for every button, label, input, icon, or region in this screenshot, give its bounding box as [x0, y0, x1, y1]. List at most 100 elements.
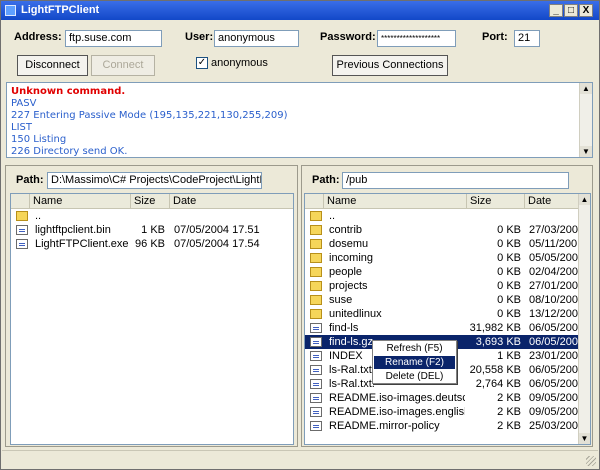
file-name: LightFTPClient.exe	[35, 238, 129, 250]
file-date: 09/05/200	[529, 392, 578, 404]
remote-header-name[interactable]: Name	[324, 194, 467, 209]
log-line: LIST	[11, 122, 32, 133]
file-size: 0 KB	[497, 252, 521, 264]
password-input[interactable]: *******************	[377, 30, 456, 47]
table-row[interactable]: unitedlinux 0 KB 13/12/200	[305, 307, 590, 321]
table-row[interactable]: suse 0 KB 08/10/200	[305, 293, 590, 307]
maximize-button[interactable]: □	[564, 4, 578, 17]
file-name: ..	[329, 210, 336, 222]
file-icon	[310, 337, 322, 347]
file-date: 27/01/200	[529, 280, 578, 292]
file-size: 31,982 KB	[469, 322, 521, 334]
local-file-list[interactable]: Name Size Date .. lightftpclient.bin 1 KB 0…	[10, 193, 294, 445]
anonymous-checkbox[interactable]: ✓	[196, 57, 208, 69]
remote-path-input[interactable]: /pub	[342, 172, 569, 189]
remote-header-date[interactable]: Date	[525, 194, 579, 209]
minimize-button[interactable]: _	[549, 4, 563, 17]
remote-header-size[interactable]: Size	[467, 194, 525, 209]
user-label: User:	[185, 31, 214, 43]
file-date: 06/05/200	[529, 364, 578, 376]
table-row[interactable]: projects 0 KB 27/01/200	[305, 279, 590, 293]
table-row[interactable]: find-ls 31,982 KB 06/05/200	[305, 321, 590, 335]
scroll-up-icon[interactable]: ▲	[580, 83, 592, 94]
remote-header-icon	[305, 194, 324, 209]
table-row[interactable]: LightFTPClient.exe 96 KB 07/05/2004 17.54	[11, 237, 293, 251]
folder-icon	[310, 253, 322, 263]
file-size: 0 KB	[497, 308, 521, 320]
user-input[interactable]: anonymous	[214, 30, 299, 47]
port-input[interactable]: 21	[514, 30, 540, 47]
local-path-label: Path:	[16, 174, 44, 186]
local-header-date[interactable]: Date	[170, 194, 293, 209]
remote-path-label: Path:	[312, 174, 340, 186]
file-date: 23/01/200	[529, 350, 578, 362]
file-name: dosemu	[329, 238, 369, 250]
file-date: 27/03/200	[529, 224, 578, 236]
file-name: suse	[329, 294, 353, 306]
table-row[interactable]: README.iso-images.english 2 KB 09/05/200	[305, 405, 590, 419]
scroll-up-icon[interactable]: ▲	[579, 194, 590, 205]
log-line: 150 Listing	[11, 134, 67, 145]
table-row[interactable]: lightftpclient.bin 1 KB 07/05/2004 17.51	[11, 223, 293, 237]
anonymous-label: anonymous	[211, 57, 268, 69]
log-scrollbar[interactable]: ▲ ▼	[579, 83, 592, 157]
table-row[interactable]: ..	[305, 209, 590, 223]
file-name: contrib	[329, 224, 363, 236]
file-name: lightftpclient.bin	[35, 224, 111, 236]
file-date: 25/03/200	[529, 420, 578, 432]
table-row[interactable]: dosemu 0 KB 05/11/200	[305, 237, 590, 251]
window-title: LightFTPClient	[21, 4, 100, 16]
file-icon	[16, 239, 28, 249]
folder-icon	[310, 211, 322, 221]
remote-scrollbar[interactable]: ▲ ▼	[578, 194, 590, 444]
file-name: ..	[35, 210, 42, 222]
file-size: 0 KB	[497, 224, 521, 236]
local-header-size[interactable]: Size	[131, 194, 170, 209]
local-pane: Path: D:\Massimo\C# Projects\CodeProject…	[5, 165, 298, 447]
file-date: 06/05/200	[529, 322, 578, 334]
file-date: 06/05/200	[529, 378, 578, 390]
file-icon	[310, 421, 322, 431]
local-path-input[interactable]: D:\Massimo\C# Projects\CodeProject\Light…	[47, 172, 262, 189]
table-row[interactable]: incoming 0 KB 05/05/200	[305, 251, 590, 265]
file-date: 13/12/200	[529, 308, 578, 320]
password-label: Password:	[320, 31, 376, 43]
disconnect-button[interactable]: Disconnect	[17, 55, 88, 76]
scroll-down-icon[interactable]: ▼	[579, 433, 590, 444]
remote-pane: Path: /pub Name Size Date .. contrib 0 KB 2…	[301, 165, 593, 447]
file-date: 08/10/200	[529, 294, 578, 306]
file-date: 07/05/2004 17.51	[174, 224, 260, 236]
file-name: people	[329, 266, 363, 278]
file-name: find-ls	[329, 322, 359, 334]
scroll-down-icon[interactable]: ▼	[580, 146, 592, 157]
context-menu-item[interactable]: Refresh (F5)	[374, 342, 455, 355]
context-menu-item[interactable]: Delete (DEL)	[374, 370, 455, 383]
context-menu-item[interactable]: Rename (F2)	[374, 356, 455, 369]
title-bar[interactable]: LightFTPClient _ □ X	[1, 1, 599, 20]
file-name: README.iso-images.deutsch	[329, 392, 465, 404]
table-row[interactable]: people 0 KB 02/04/200	[305, 265, 590, 279]
folder-icon	[310, 239, 322, 249]
file-date: 06/05/200	[529, 336, 578, 348]
close-button[interactable]: X	[579, 4, 593, 17]
port-label: Port:	[482, 31, 508, 43]
log-panel[interactable]: Unknown command. PASV 227 Entering Passive…	[6, 82, 593, 158]
file-size: 96 KB	[135, 238, 165, 250]
table-row[interactable]: ..	[11, 209, 293, 223]
table-row[interactable]: contrib 0 KB 27/03/200	[305, 223, 590, 237]
table-row[interactable]: README.iso-images.deutsch 2 KB 09/05/200	[305, 391, 590, 405]
log-line: 226 Directory send OK.	[11, 146, 128, 157]
table-row[interactable]: README.mirror-policy 2 KB 25/03/200	[305, 419, 590, 433]
folder-icon	[310, 267, 322, 277]
local-header-name[interactable]: Name	[30, 194, 131, 209]
address-label: Address:	[14, 31, 62, 43]
file-icon	[310, 323, 322, 333]
resize-grip-icon[interactable]	[586, 456, 596, 466]
address-input[interactable]: ftp.suse.com	[65, 30, 162, 47]
file-size: 2 KB	[497, 392, 521, 404]
file-size: 1 KB	[141, 224, 165, 236]
status-bar	[2, 450, 598, 468]
connect-button[interactable]: Connect	[91, 55, 155, 76]
previous-connections-button[interactable]: Previous Connections	[332, 55, 448, 76]
remote-file-list[interactable]: Name Size Date .. contrib 0 KB 27/03/200 dos…	[304, 193, 591, 445]
